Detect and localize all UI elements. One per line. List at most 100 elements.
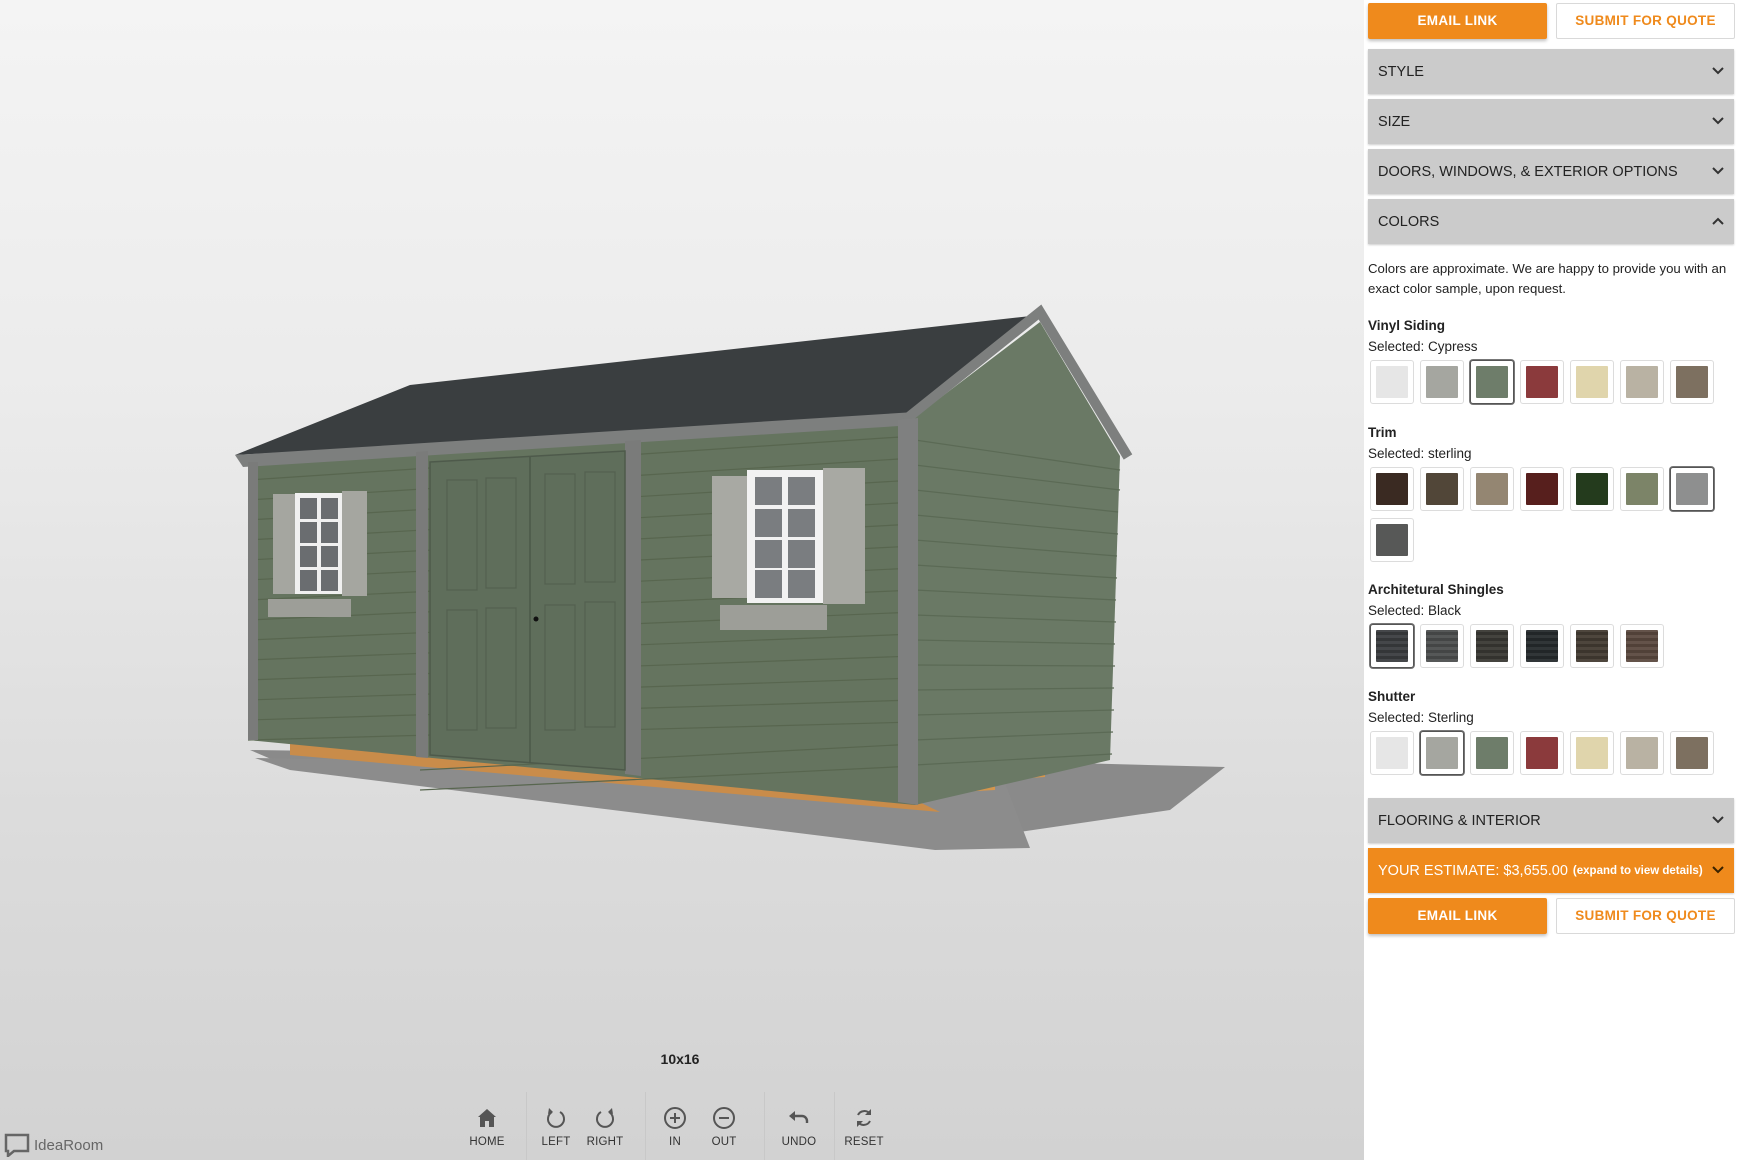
color-swatch[interactable]: [1620, 731, 1664, 775]
color-swatch[interactable]: [1670, 467, 1714, 511]
accordion-colors-label: COLORS: [1378, 213, 1440, 230]
color-swatch[interactable]: [1370, 518, 1414, 562]
color-swatch-fill: [1376, 473, 1408, 505]
home-label: HOME: [469, 1136, 505, 1148]
color-swatch[interactable]: [1520, 624, 1564, 668]
color-swatch-fill: [1426, 473, 1458, 505]
submit-quote-button[interactable]: SUBMIT FOR QUOTE: [1556, 898, 1735, 934]
accordion-size[interactable]: SIZE: [1368, 99, 1734, 144]
accordion-estimate[interactable]: YOUR ESTIMATE: $3,655.00 (expand to view…: [1368, 848, 1734, 893]
bottom-actions: EMAIL LINK SUBMIT FOR QUOTE: [1368, 898, 1735, 936]
chevron-up-icon: [1712, 217, 1724, 225]
color-swatch-fill: [1526, 737, 1558, 769]
color-group-selected: Selected: Cypress: [1368, 339, 1478, 354]
brand-name: IdeaRoom: [34, 1136, 104, 1154]
color-group-title: Trim: [1368, 425, 1397, 440]
chevron-down-icon: [1712, 117, 1724, 125]
chevron-down-icon: [1712, 866, 1724, 874]
undo-button[interactable]: UNDO: [771, 1106, 827, 1160]
color-swatch[interactable]: [1370, 467, 1414, 511]
window-right-shutter-2: [823, 468, 865, 604]
color-swatch-fill: [1676, 473, 1708, 505]
color-swatch[interactable]: [1470, 731, 1514, 775]
rotate-right-button[interactable]: RIGHT: [577, 1106, 633, 1160]
color-swatch-fill: [1526, 630, 1558, 662]
color-group-selected: Selected: Sterling: [1368, 710, 1474, 725]
color-swatch-fill: [1376, 524, 1408, 556]
color-swatch[interactable]: [1670, 731, 1714, 775]
color-swatch-fill: [1426, 366, 1458, 398]
accordion-flooring-label: FLOORING & INTERIOR: [1378, 812, 1541, 829]
color-swatch-fill: [1376, 737, 1408, 769]
color-swatch-fill: [1676, 366, 1708, 398]
window-left-shutter-1: [273, 494, 295, 594]
3d-viewer[interactable]: 10x16 HOME LEFT RIGHT IN OUT UNDO RESET …: [0, 0, 1364, 1160]
color-swatch[interactable]: [1470, 360, 1514, 404]
color-swatch[interactable]: [1620, 360, 1664, 404]
email-link-button[interactable]: EMAIL LINK: [1368, 3, 1547, 39]
color-swatch[interactable]: [1570, 731, 1614, 775]
color-swatch[interactable]: [1570, 624, 1614, 668]
accordion-colors[interactable]: COLORS: [1368, 199, 1734, 244]
color-swatch-fill: [1426, 630, 1458, 662]
reset-button[interactable]: RESET: [836, 1106, 892, 1160]
email-link-button[interactable]: EMAIL LINK: [1368, 898, 1547, 934]
home-icon: [478, 1109, 496, 1127]
shed-model[interactable]: [0, 0, 1364, 1060]
trim-door-left: [416, 451, 428, 758]
color-swatch-fill: [1676, 737, 1708, 769]
color-swatch[interactable]: [1570, 467, 1614, 511]
color-swatch[interactable]: [1620, 624, 1664, 668]
accordion-flooring[interactable]: FLOORING & INTERIOR: [1368, 798, 1734, 843]
toolbar-separator: [645, 1092, 646, 1160]
estimate-total: YOUR ESTIMATE: $3,655.00: [1378, 862, 1568, 879]
color-swatch[interactable]: [1670, 360, 1714, 404]
rotate-left-button[interactable]: LEFT: [528, 1106, 584, 1160]
zoom-in-label: IN: [669, 1136, 681, 1148]
color-swatch[interactable]: [1520, 467, 1564, 511]
reset-icon: [857, 1109, 871, 1127]
window-right-shutter-1: [712, 476, 747, 598]
chevron-down-icon: [1712, 67, 1724, 75]
colors-disclaimer: Colors are approximate. We are happy to …: [1368, 261, 1727, 296]
rotate-left-label: LEFT: [541, 1136, 571, 1148]
color-swatch[interactable]: [1370, 731, 1414, 775]
accordion-doors-windows[interactable]: DOORS, WINDOWS, & EXTERIOR OPTIONS: [1368, 149, 1734, 194]
home-button[interactable]: HOME: [459, 1106, 515, 1160]
color-swatch[interactable]: [1520, 360, 1564, 404]
zoom-in-icon: [664, 1107, 686, 1129]
color-swatch-fill: [1526, 366, 1558, 398]
color-swatch-fill: [1626, 473, 1658, 505]
accordion-style[interactable]: STYLE: [1368, 49, 1734, 94]
rotate-left-icon: [547, 1108, 565, 1128]
color-swatch[interactable]: [1470, 624, 1514, 668]
estimate-note: (expand to view details): [1572, 864, 1703, 877]
color-swatch[interactable]: [1620, 467, 1664, 511]
color-swatch-fill: [1476, 366, 1508, 398]
color-swatch[interactable]: [1370, 360, 1414, 404]
options-panel: EMAIL LINK SUBMIT FOR QUOTE STYLE SIZE D…: [1364, 0, 1739, 1160]
color-group-title: Vinyl Siding: [1368, 318, 1446, 333]
door-handle: [533, 616, 539, 622]
color-swatch[interactable]: [1470, 467, 1514, 511]
color-swatch[interactable]: [1420, 467, 1464, 511]
color-swatch[interactable]: [1420, 360, 1464, 404]
color-swatch[interactable]: [1520, 731, 1564, 775]
color-swatch-fill: [1426, 737, 1458, 769]
color-group-selected: Selected: Black: [1368, 603, 1462, 618]
color-swatch-fill: [1476, 737, 1508, 769]
color-swatch-fill: [1376, 630, 1408, 662]
window-left-shutter-2: [342, 491, 367, 596]
color-swatch[interactable]: [1370, 624, 1414, 668]
color-swatch-fill: [1626, 366, 1658, 398]
zoom-out-label: OUT: [711, 1136, 737, 1148]
zoom-out-button[interactable]: OUT: [696, 1106, 752, 1160]
color-swatch[interactable]: [1570, 360, 1614, 404]
submit-quote-button[interactable]: SUBMIT FOR QUOTE: [1556, 3, 1735, 39]
idearoom-logo-icon: [4, 1133, 30, 1157]
color-swatch[interactable]: [1420, 731, 1464, 775]
color-swatch-fill: [1476, 630, 1508, 662]
zoom-out-icon: [713, 1107, 735, 1129]
zoom-in-button[interactable]: IN: [647, 1106, 703, 1160]
color-swatch[interactable]: [1420, 624, 1464, 668]
